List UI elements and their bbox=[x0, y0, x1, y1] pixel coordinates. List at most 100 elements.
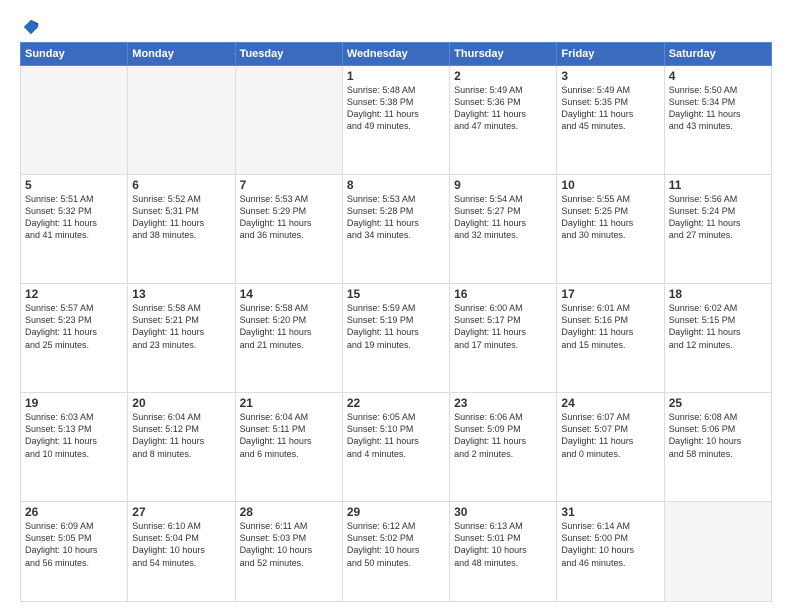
day-info: Sunrise: 6:11 AM Sunset: 5:03 PM Dayligh… bbox=[240, 520, 338, 569]
day-info: Sunrise: 6:05 AM Sunset: 5:10 PM Dayligh… bbox=[347, 411, 445, 460]
calendar-cell: 14Sunrise: 5:58 AM Sunset: 5:20 PM Dayli… bbox=[235, 284, 342, 393]
calendar-cell bbox=[128, 66, 235, 175]
calendar-cell: 23Sunrise: 6:06 AM Sunset: 5:09 PM Dayli… bbox=[450, 393, 557, 502]
calendar-cell bbox=[21, 66, 128, 175]
day-number: 3 bbox=[561, 69, 659, 83]
weekday-header-friday: Friday bbox=[557, 43, 664, 66]
calendar-cell: 3Sunrise: 5:49 AM Sunset: 5:35 PM Daylig… bbox=[557, 66, 664, 175]
day-number: 13 bbox=[132, 287, 230, 301]
day-number: 11 bbox=[669, 178, 767, 192]
day-info: Sunrise: 5:49 AM Sunset: 5:36 PM Dayligh… bbox=[454, 84, 552, 133]
day-info: Sunrise: 5:48 AM Sunset: 5:38 PM Dayligh… bbox=[347, 84, 445, 133]
day-number: 24 bbox=[561, 396, 659, 410]
day-info: Sunrise: 6:06 AM Sunset: 5:09 PM Dayligh… bbox=[454, 411, 552, 460]
day-info: Sunrise: 6:04 AM Sunset: 5:12 PM Dayligh… bbox=[132, 411, 230, 460]
logo-icon bbox=[22, 18, 40, 36]
day-number: 26 bbox=[25, 505, 123, 519]
day-info: Sunrise: 5:58 AM Sunset: 5:20 PM Dayligh… bbox=[240, 302, 338, 351]
day-number: 28 bbox=[240, 505, 338, 519]
day-info: Sunrise: 5:51 AM Sunset: 5:32 PM Dayligh… bbox=[25, 193, 123, 242]
day-number: 10 bbox=[561, 178, 659, 192]
day-number: 22 bbox=[347, 396, 445, 410]
logo bbox=[20, 18, 40, 32]
calendar-cell: 9Sunrise: 5:54 AM Sunset: 5:27 PM Daylig… bbox=[450, 175, 557, 284]
calendar-cell: 27Sunrise: 6:10 AM Sunset: 5:04 PM Dayli… bbox=[128, 502, 235, 602]
calendar-cell: 7Sunrise: 5:53 AM Sunset: 5:29 PM Daylig… bbox=[235, 175, 342, 284]
calendar-cell: 22Sunrise: 6:05 AM Sunset: 5:10 PM Dayli… bbox=[342, 393, 449, 502]
day-info: Sunrise: 5:57 AM Sunset: 5:23 PM Dayligh… bbox=[25, 302, 123, 351]
day-info: Sunrise: 5:54 AM Sunset: 5:27 PM Dayligh… bbox=[454, 193, 552, 242]
day-number: 15 bbox=[347, 287, 445, 301]
calendar-cell: 29Sunrise: 6:12 AM Sunset: 5:02 PM Dayli… bbox=[342, 502, 449, 602]
calendar-cell: 30Sunrise: 6:13 AM Sunset: 5:01 PM Dayli… bbox=[450, 502, 557, 602]
calendar-cell bbox=[235, 66, 342, 175]
day-number: 14 bbox=[240, 287, 338, 301]
calendar-cell: 11Sunrise: 5:56 AM Sunset: 5:24 PM Dayli… bbox=[664, 175, 771, 284]
calendar-cell: 6Sunrise: 5:52 AM Sunset: 5:31 PM Daylig… bbox=[128, 175, 235, 284]
day-number: 2 bbox=[454, 69, 552, 83]
header bbox=[20, 18, 772, 32]
calendar-cell: 4Sunrise: 5:50 AM Sunset: 5:34 PM Daylig… bbox=[664, 66, 771, 175]
day-number: 4 bbox=[669, 69, 767, 83]
calendar-cell: 31Sunrise: 6:14 AM Sunset: 5:00 PM Dayli… bbox=[557, 502, 664, 602]
day-number: 12 bbox=[25, 287, 123, 301]
day-number: 23 bbox=[454, 396, 552, 410]
calendar-cell: 13Sunrise: 5:58 AM Sunset: 5:21 PM Dayli… bbox=[128, 284, 235, 393]
day-info: Sunrise: 6:02 AM Sunset: 5:15 PM Dayligh… bbox=[669, 302, 767, 351]
calendar-cell: 18Sunrise: 6:02 AM Sunset: 5:15 PM Dayli… bbox=[664, 284, 771, 393]
calendar-cell: 10Sunrise: 5:55 AM Sunset: 5:25 PM Dayli… bbox=[557, 175, 664, 284]
day-info: Sunrise: 5:53 AM Sunset: 5:29 PM Dayligh… bbox=[240, 193, 338, 242]
calendar-cell: 24Sunrise: 6:07 AM Sunset: 5:07 PM Dayli… bbox=[557, 393, 664, 502]
weekday-header-thursday: Thursday bbox=[450, 43, 557, 66]
day-info: Sunrise: 5:53 AM Sunset: 5:28 PM Dayligh… bbox=[347, 193, 445, 242]
day-info: Sunrise: 5:59 AM Sunset: 5:19 PM Dayligh… bbox=[347, 302, 445, 351]
calendar-cell: 26Sunrise: 6:09 AM Sunset: 5:05 PM Dayli… bbox=[21, 502, 128, 602]
day-info: Sunrise: 6:14 AM Sunset: 5:00 PM Dayligh… bbox=[561, 520, 659, 569]
page: SundayMondayTuesdayWednesdayThursdayFrid… bbox=[0, 0, 792, 612]
calendar-week-row: 5Sunrise: 5:51 AM Sunset: 5:32 PM Daylig… bbox=[21, 175, 772, 284]
calendar-cell: 15Sunrise: 5:59 AM Sunset: 5:19 PM Dayli… bbox=[342, 284, 449, 393]
calendar-week-row: 1Sunrise: 5:48 AM Sunset: 5:38 PM Daylig… bbox=[21, 66, 772, 175]
calendar-cell: 8Sunrise: 5:53 AM Sunset: 5:28 PM Daylig… bbox=[342, 175, 449, 284]
day-info: Sunrise: 6:01 AM Sunset: 5:16 PM Dayligh… bbox=[561, 302, 659, 351]
day-number: 7 bbox=[240, 178, 338, 192]
day-number: 6 bbox=[132, 178, 230, 192]
weekday-header-monday: Monday bbox=[128, 43, 235, 66]
day-number: 8 bbox=[347, 178, 445, 192]
day-info: Sunrise: 6:12 AM Sunset: 5:02 PM Dayligh… bbox=[347, 520, 445, 569]
day-number: 20 bbox=[132, 396, 230, 410]
day-number: 30 bbox=[454, 505, 552, 519]
day-number: 9 bbox=[454, 178, 552, 192]
calendar-cell: 5Sunrise: 5:51 AM Sunset: 5:32 PM Daylig… bbox=[21, 175, 128, 284]
day-info: Sunrise: 5:52 AM Sunset: 5:31 PM Dayligh… bbox=[132, 193, 230, 242]
calendar-cell bbox=[664, 502, 771, 602]
day-number: 25 bbox=[669, 396, 767, 410]
calendar-week-row: 26Sunrise: 6:09 AM Sunset: 5:05 PM Dayli… bbox=[21, 502, 772, 602]
day-info: Sunrise: 6:10 AM Sunset: 5:04 PM Dayligh… bbox=[132, 520, 230, 569]
calendar-cell: 19Sunrise: 6:03 AM Sunset: 5:13 PM Dayli… bbox=[21, 393, 128, 502]
calendar-cell: 20Sunrise: 6:04 AM Sunset: 5:12 PM Dayli… bbox=[128, 393, 235, 502]
weekday-header-saturday: Saturday bbox=[664, 43, 771, 66]
day-number: 21 bbox=[240, 396, 338, 410]
day-info: Sunrise: 5:49 AM Sunset: 5:35 PM Dayligh… bbox=[561, 84, 659, 133]
calendar-cell: 12Sunrise: 5:57 AM Sunset: 5:23 PM Dayli… bbox=[21, 284, 128, 393]
weekday-header-tuesday: Tuesday bbox=[235, 43, 342, 66]
day-info: Sunrise: 6:08 AM Sunset: 5:06 PM Dayligh… bbox=[669, 411, 767, 460]
calendar-cell: 16Sunrise: 6:00 AM Sunset: 5:17 PM Dayli… bbox=[450, 284, 557, 393]
day-number: 19 bbox=[25, 396, 123, 410]
weekday-header-wednesday: Wednesday bbox=[342, 43, 449, 66]
day-info: Sunrise: 5:55 AM Sunset: 5:25 PM Dayligh… bbox=[561, 193, 659, 242]
calendar-cell: 28Sunrise: 6:11 AM Sunset: 5:03 PM Dayli… bbox=[235, 502, 342, 602]
calendar-cell: 21Sunrise: 6:04 AM Sunset: 5:11 PM Dayli… bbox=[235, 393, 342, 502]
day-info: Sunrise: 5:56 AM Sunset: 5:24 PM Dayligh… bbox=[669, 193, 767, 242]
calendar-week-row: 19Sunrise: 6:03 AM Sunset: 5:13 PM Dayli… bbox=[21, 393, 772, 502]
day-number: 29 bbox=[347, 505, 445, 519]
day-number: 18 bbox=[669, 287, 767, 301]
day-number: 5 bbox=[25, 178, 123, 192]
day-info: Sunrise: 5:50 AM Sunset: 5:34 PM Dayligh… bbox=[669, 84, 767, 133]
day-info: Sunrise: 6:03 AM Sunset: 5:13 PM Dayligh… bbox=[25, 411, 123, 460]
day-info: Sunrise: 6:00 AM Sunset: 5:17 PM Dayligh… bbox=[454, 302, 552, 351]
calendar-table: SundayMondayTuesdayWednesdayThursdayFrid… bbox=[20, 42, 772, 602]
day-info: Sunrise: 5:58 AM Sunset: 5:21 PM Dayligh… bbox=[132, 302, 230, 351]
weekday-header-sunday: Sunday bbox=[21, 43, 128, 66]
